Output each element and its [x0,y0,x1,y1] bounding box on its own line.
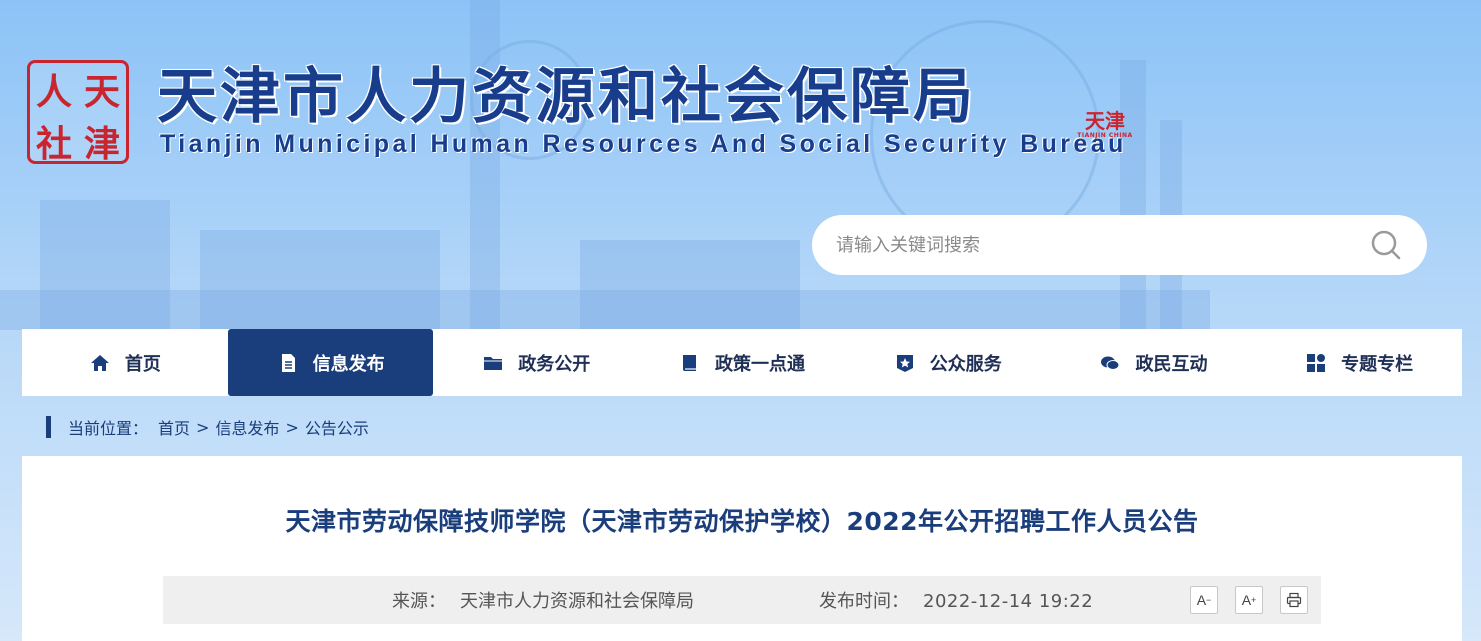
header-background [0,0,1481,330]
breadcrumb: 当前位置： 首页 > 信息发布 > 公告公示 [46,416,369,438]
nav-item-label: 专题专栏 [1341,353,1414,375]
search-bar [812,215,1427,275]
home-icon [89,352,111,374]
logo-char: 人 [35,71,72,113]
nav-item-label: 政务公开 [518,353,591,375]
nav-item-label: 信息发布 [312,353,385,375]
nav-item-label: 首页 [124,353,161,375]
nav-item-gov-affairs[interactable]: 政务公开 [433,329,639,396]
font-decrease-mark: − [1206,595,1212,605]
bureau-logo-seal[interactable]: 人 天 社 津 [27,60,129,165]
font-increase-letter: A [1241,592,1252,608]
breadcrumb-link-home[interactable]: 首页 [158,415,190,439]
article-source: 来源： 天津市人力资源和社会保障局 [392,587,694,613]
nav-item-label: 政民互动 [1135,353,1208,375]
nav-item-label: 政策一点通 [715,353,806,375]
nav-item-interaction[interactable]: 政民互动 [1051,329,1257,396]
logo-char: 天 [83,71,120,113]
font-increase-mark: + [1251,595,1257,605]
article-meta: 来源： 天津市人力资源和社会保障局 发布时间： 2022-12-14 19:22 A… [163,576,1321,624]
font-increase-button[interactable]: A + [1235,586,1263,614]
book-icon [679,352,701,374]
print-button[interactable] [1280,586,1308,614]
star-badge-icon [894,352,916,374]
folder-icon [482,352,504,374]
breadcrumb-marker [46,416,51,438]
site-title-cn: 天津市人力资源和社会保障局 [157,62,976,132]
source-label: 来源： [392,591,446,612]
article-tools: A − A + [1190,586,1308,614]
site-title-en: Tianjin Municipal Human Resources And So… [160,130,1127,158]
nav-item-public-service[interactable]: 公众服务 [845,329,1051,396]
breadcrumb-separator: > [285,417,299,437]
main-nav: 首页 信息发布 政务公开 政策一点通 公众服务 政民互动 专题专栏 [22,329,1462,396]
article-panel: 天津市劳动保障技师学院（天津市劳动保护学校）2022年公开招聘工作人员公告 来源… [22,456,1462,641]
breadcrumb-link-announcements[interactable]: 公告公示 [305,415,369,439]
breadcrumb-prefix: 当前位置： [68,419,149,438]
breadcrumb-link-info-release[interactable]: 信息发布 [215,415,279,439]
printer-icon [1286,592,1302,608]
nav-item-policy[interactable]: 政策一点通 [639,329,845,396]
source-value: 天津市人力资源和社会保障局 [460,591,694,612]
stamp-text: 天津 [1085,109,1125,133]
nav-item-info-release[interactable]: 信息发布 [227,329,434,396]
tianjin-stamp-logo: 天津 TIANJIN CHINA [1076,95,1134,155]
nav-item-home[interactable]: 首页 [22,329,228,396]
nav-item-label: 公众服务 [929,353,1002,375]
time-value: 2022-12-14 19:22 [923,591,1094,612]
logo-char: 津 [83,123,120,165]
chat-icon [1099,352,1121,374]
nav-item-special-topics[interactable]: 专题专栏 [1256,329,1462,396]
article-time: 发布时间： 2022-12-14 19:22 [819,587,1093,613]
search-input[interactable] [836,234,1369,256]
stamp-subtext: TIANJIN CHINA [1077,132,1133,139]
font-decrease-letter: A [1196,592,1207,608]
article-title: 天津市劳动保障技师学院（天津市劳动保护学校）2022年公开招聘工作人员公告 [285,507,1199,536]
time-label: 发布时间： [819,591,909,612]
document-icon [277,352,299,374]
grid-icon [1305,352,1327,374]
font-decrease-button[interactable]: A − [1190,586,1218,614]
logo-char: 社 [35,123,72,165]
search-icon[interactable] [1369,228,1403,262]
breadcrumb-separator: > [196,417,210,437]
